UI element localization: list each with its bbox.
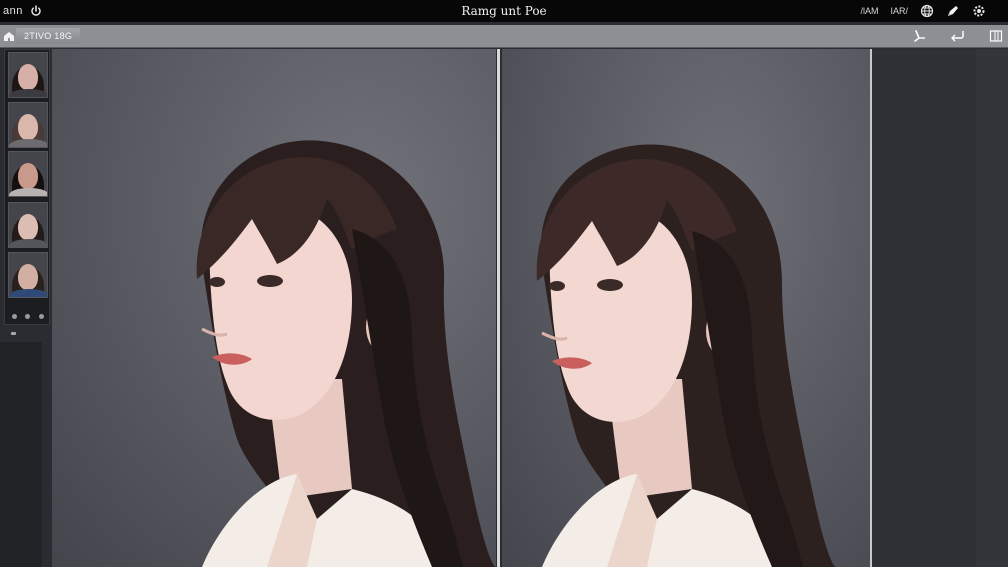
- window-title: Ramg unt Poe: [461, 4, 547, 18]
- toolbar-right: [912, 27, 1004, 45]
- thumbnail-5[interactable]: [8, 252, 48, 298]
- status-label-1: /lAM: [860, 6, 879, 16]
- panel-toggle-icon[interactable]: [988, 28, 1004, 44]
- control-dot-icon[interactable]: [12, 313, 18, 319]
- canvas-edited[interactable]: [502, 49, 870, 567]
- title-bar: ann Ramg unt Poe /lAM IAR/: [0, 0, 1008, 22]
- right-panel-column: [976, 49, 1008, 567]
- portrait-image: [536, 144, 836, 567]
- app-label: ann: [3, 5, 23, 17]
- thumbnail-2[interactable]: [8, 102, 48, 148]
- status-label-2: IAR/: [890, 6, 908, 16]
- control-dot-icon[interactable]: [25, 313, 31, 319]
- canvas-original[interactable]: [52, 49, 496, 567]
- control-dot-icon[interactable]: [38, 313, 44, 319]
- tab-active-file[interactable]: 2TIVO 18G: [16, 28, 81, 44]
- settings-gear-icon[interactable]: [972, 4, 986, 18]
- brush-icon[interactable]: [946, 4, 960, 18]
- thumbnail-4[interactable]: [8, 202, 48, 248]
- filmstrip-handle[interactable]: [11, 332, 16, 335]
- toolbar: 2TIVO 18G: [0, 25, 1008, 48]
- pen-tool-icon[interactable]: [912, 28, 928, 44]
- home-icon[interactable]: [3, 29, 15, 41]
- left-side-panel: [0, 342, 42, 567]
- globe-icon[interactable]: [920, 4, 934, 18]
- thumbnail-filmstrip: [4, 49, 50, 325]
- thumbnail-1[interactable]: [8, 52, 48, 98]
- thumbnail-3[interactable]: [8, 151, 48, 197]
- title-bar-right: /lAM IAR/: [860, 0, 986, 22]
- hook-arrow-icon[interactable]: [950, 28, 966, 44]
- filmstrip-controls[interactable]: [8, 311, 48, 321]
- power-icon[interactable]: [29, 4, 43, 18]
- title-bar-left: ann: [3, 0, 43, 22]
- portrait-image: [196, 140, 496, 567]
- split-divider[interactable]: [497, 49, 500, 567]
- right-side-panel: [872, 49, 1008, 567]
